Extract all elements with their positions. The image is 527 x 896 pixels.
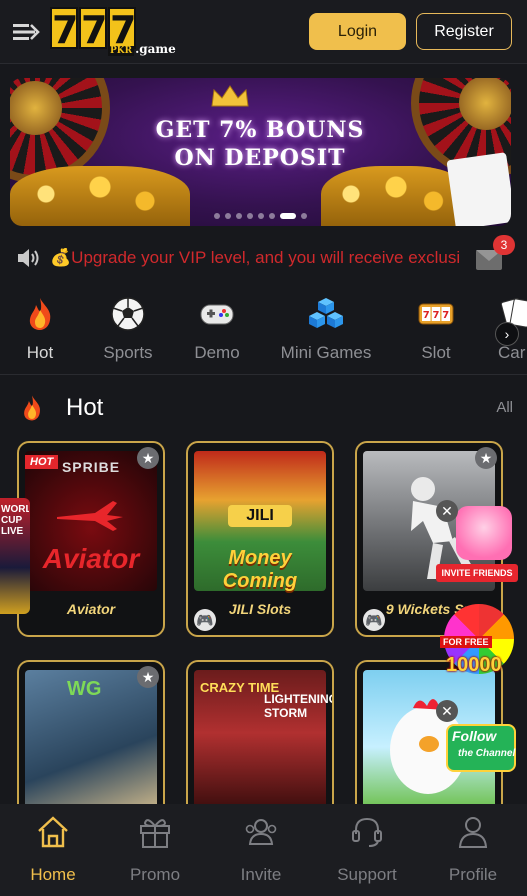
home-icon <box>38 816 68 848</box>
hot-section-header: Hot All <box>0 390 527 426</box>
close-icon[interactable]: ✕ <box>436 700 458 722</box>
top-header: 7 7 7 PKR .game Login Register <box>0 0 527 64</box>
game-card-jili-slots[interactable]: JILI Money Coming 🎮 JILI Slots <box>186 441 334 637</box>
float-label: FOR FREE <box>440 636 492 648</box>
category-bar: Hot Sports Demo Mini Games 7 7 7 Slot Ca… <box>0 292 527 372</box>
nav-invite[interactable]: Invite <box>208 814 314 890</box>
logo-pkr: PKR <box>108 46 135 56</box>
float-sub-label: the Channel <box>458 748 516 759</box>
nav-label: Home <box>30 865 76 884</box>
game-logo-text: LIGHTENING STORM <box>264 692 334 720</box>
bottom-nav: Home Promo Invite Support Profile <box>0 804 527 896</box>
section-title: Hot <box>66 394 104 421</box>
nav-promo[interactable]: Promo <box>102 814 208 890</box>
flame-icon <box>29 298 51 330</box>
category-next-icon[interactable]: › <box>495 322 519 346</box>
category-label: Slot <box>421 343 451 362</box>
category-hot[interactable]: Hot <box>14 292 66 364</box>
pagination-dot[interactable] <box>247 213 253 219</box>
category-label: Hot <box>26 343 54 362</box>
users-icon <box>245 819 277 845</box>
airplane-icon <box>57 501 123 531</box>
nav-label: Profile <box>448 865 498 884</box>
float-amount: 10000 <box>446 654 502 676</box>
cubes-icon <box>309 298 343 328</box>
category-label: Mini Games <box>280 343 372 362</box>
game-thumbnail: HOT SPRIBE Aviator <box>25 451 157 591</box>
banner-pagination <box>10 213 511 219</box>
banner-headline-line: GET 7% BOUNS <box>155 117 365 143</box>
nav-label: Promo <box>129 865 181 884</box>
section-divider <box>0 374 527 375</box>
pagination-dot[interactable] <box>236 213 242 219</box>
site-logo[interactable]: 7 7 7 PKR .game <box>50 7 190 57</box>
nav-profile[interactable]: Profile <box>420 814 526 890</box>
game-name: Aviator <box>66 601 116 617</box>
game-thumbnail: WG <box>25 670 157 810</box>
svg-text:7: 7 <box>442 310 449 321</box>
view-all-link[interactable]: All <box>496 399 513 416</box>
logo-digit: 7 <box>50 7 79 52</box>
favorite-star-icon[interactable]: ★ <box>137 447 159 469</box>
soccer-ball-icon <box>111 297 145 331</box>
nav-label: Support <box>337 865 397 884</box>
banner-headline: GET 7% BOUNS ON DEPOSIT <box>120 116 400 172</box>
headset-icon <box>352 817 382 847</box>
pagination-dot[interactable] <box>269 213 275 219</box>
pagination-dot[interactable] <box>225 213 231 219</box>
slot-machine-icon: 7 7 7 <box>418 303 454 325</box>
nav-home[interactable]: Home <box>0 814 106 890</box>
logo-digit: 7 <box>79 7 108 52</box>
menu-icon[interactable] <box>12 20 40 44</box>
provider-logo: WG <box>67 678 102 700</box>
banner-headline-line: ON DEPOSIT <box>174 145 346 171</box>
logo-domain: .game <box>135 42 176 56</box>
lucky-wheel-float[interactable]: FOR FREE 10000 <box>440 604 520 680</box>
world-cup-live-float[interactable]: WORLD CUP LIVE <box>0 498 30 614</box>
category-demo[interactable]: Demo <box>190 292 244 364</box>
gamepad-icon <box>200 304 234 325</box>
nav-support[interactable]: Support <box>314 814 420 890</box>
game-name: JILI Slots <box>228 601 292 617</box>
game-logo-text: Aviator <box>42 543 140 574</box>
notice-text[interactable]: 💰Upgrade your VIP level, and you will re… <box>50 248 460 268</box>
register-button[interactable]: Register <box>416 13 512 50</box>
category-sports[interactable]: Sports <box>98 292 158 364</box>
speaker-icon <box>18 249 39 267</box>
pagination-dot[interactable] <box>258 213 264 219</box>
person-icon <box>458 817 488 848</box>
pagination-dot-active[interactable] <box>280 213 296 219</box>
close-icon[interactable]: ✕ <box>436 500 458 522</box>
crown-icon <box>211 85 249 107</box>
follow-channel-float[interactable]: ✕ Follow the Channel <box>436 700 520 776</box>
gift-box-image <box>456 506 512 560</box>
favorite-star-icon[interactable]: ★ <box>137 666 159 688</box>
pagination-dot[interactable] <box>301 213 307 219</box>
svg-text:7: 7 <box>433 310 440 321</box>
flame-icon <box>24 395 41 421</box>
login-button[interactable]: Login <box>309 13 406 50</box>
float-label: INVITE FRIENDS <box>436 564 518 582</box>
favorite-star-icon[interactable]: ★ <box>475 447 497 469</box>
mail-badge: 3 <box>493 235 515 255</box>
nav-label: Invite <box>240 865 282 884</box>
game-card-aviator[interactable]: HOT SPRIBE Aviator ★ Aviator <box>17 441 165 637</box>
category-label: Sports <box>103 343 153 362</box>
float-label: Follow <box>452 728 497 744</box>
category-label: Car <box>498 343 526 362</box>
category-label: Demo <box>194 343 240 362</box>
provider-logo: JILI <box>228 505 292 527</box>
invite-friends-float[interactable]: ✕ INVITE FRIENDS <box>436 498 520 584</box>
svg-text:7: 7 <box>423 310 430 321</box>
category-mini-games[interactable]: Mini Games <box>276 292 376 364</box>
game-thumbnail: JILI Money Coming <box>194 451 326 592</box>
notice-bar: 💰Upgrade your VIP level, and you will re… <box>0 238 527 278</box>
game-thumbnail: CRAZY TIME LIGHTENING STORM <box>194 670 332 810</box>
pagination-dot[interactable] <box>214 213 220 219</box>
category-slot[interactable]: 7 7 7 Slot <box>410 292 462 364</box>
float-label: WORLD CUP LIVE <box>1 504 29 537</box>
promo-banner[interactable]: GET 7% BOUNS ON DEPOSIT <box>10 78 511 226</box>
gift-icon <box>140 819 170 848</box>
game-logo-text: Money Coming <box>222 547 298 592</box>
